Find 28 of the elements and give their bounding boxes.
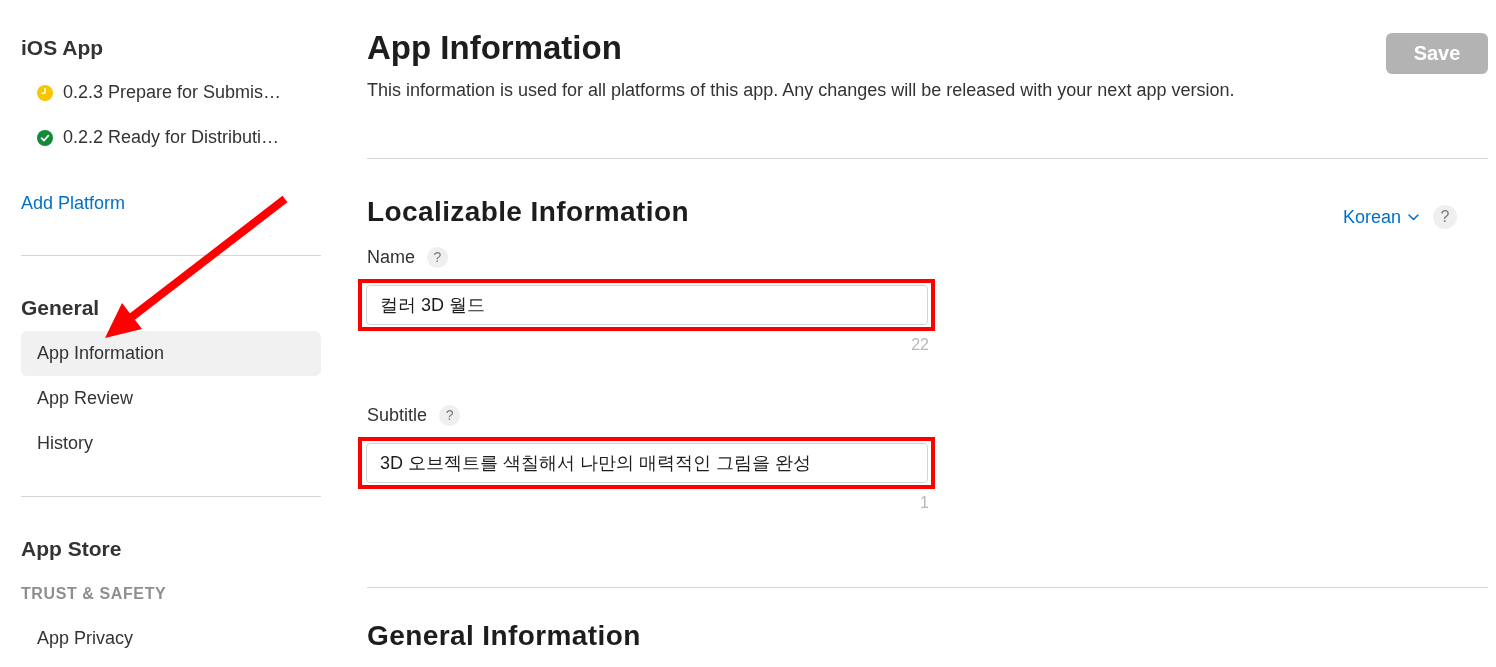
field-label: Name — [367, 246, 415, 269]
check-circle-icon — [37, 129, 53, 146]
nav-item[interactable]: App Privacy — [21, 616, 321, 661]
page-description: This information is used for all platforms of this app. Any changes will be released with your next app version. — [367, 79, 1235, 102]
text-field[interactable]: 3D 오브젝트를 색칠해서 나만의 매력적인 그림을 완성 — [366, 443, 928, 483]
chevron-down-icon — [1408, 213, 1419, 221]
section-title: App Store — [21, 536, 122, 562]
help-button[interactable]: ? — [1433, 205, 1457, 229]
version-link[interactable]: 0.2.3 Prepare for Submis… — [21, 70, 282, 115]
field-label: Subtitle — [367, 404, 428, 427]
text-field[interactable]: 컬러 3D 월드 — [366, 285, 928, 325]
help-button[interactable]: ? — [427, 246, 448, 268]
section-title: Localizable Information — [367, 195, 689, 229]
character-count: 22 — [911, 335, 929, 355]
clock-icon — [37, 84, 53, 101]
add-platform-link[interactable]: Add Platform — [21, 190, 126, 216]
help-button[interactable]: ? — [439, 404, 461, 426]
category-heading: TRUST & SAFETY — [21, 584, 167, 604]
section-title: General — [21, 295, 100, 321]
nav-item[interactable]: App Review — [21, 376, 321, 421]
version-link[interactable]: 0.2.2 Ready for Distributi… — [21, 115, 280, 160]
nav-item[interactable]: App Information — [21, 331, 321, 376]
character-count: 1 — [920, 493, 929, 513]
section-title: General Information — [367, 619, 641, 653]
platform-title: iOS App — [21, 35, 104, 61]
nav-item[interactable]: History — [21, 421, 321, 466]
page-title: App Information — [367, 28, 622, 68]
language-dropdown[interactable]: Korean — [1342, 205, 1419, 229]
